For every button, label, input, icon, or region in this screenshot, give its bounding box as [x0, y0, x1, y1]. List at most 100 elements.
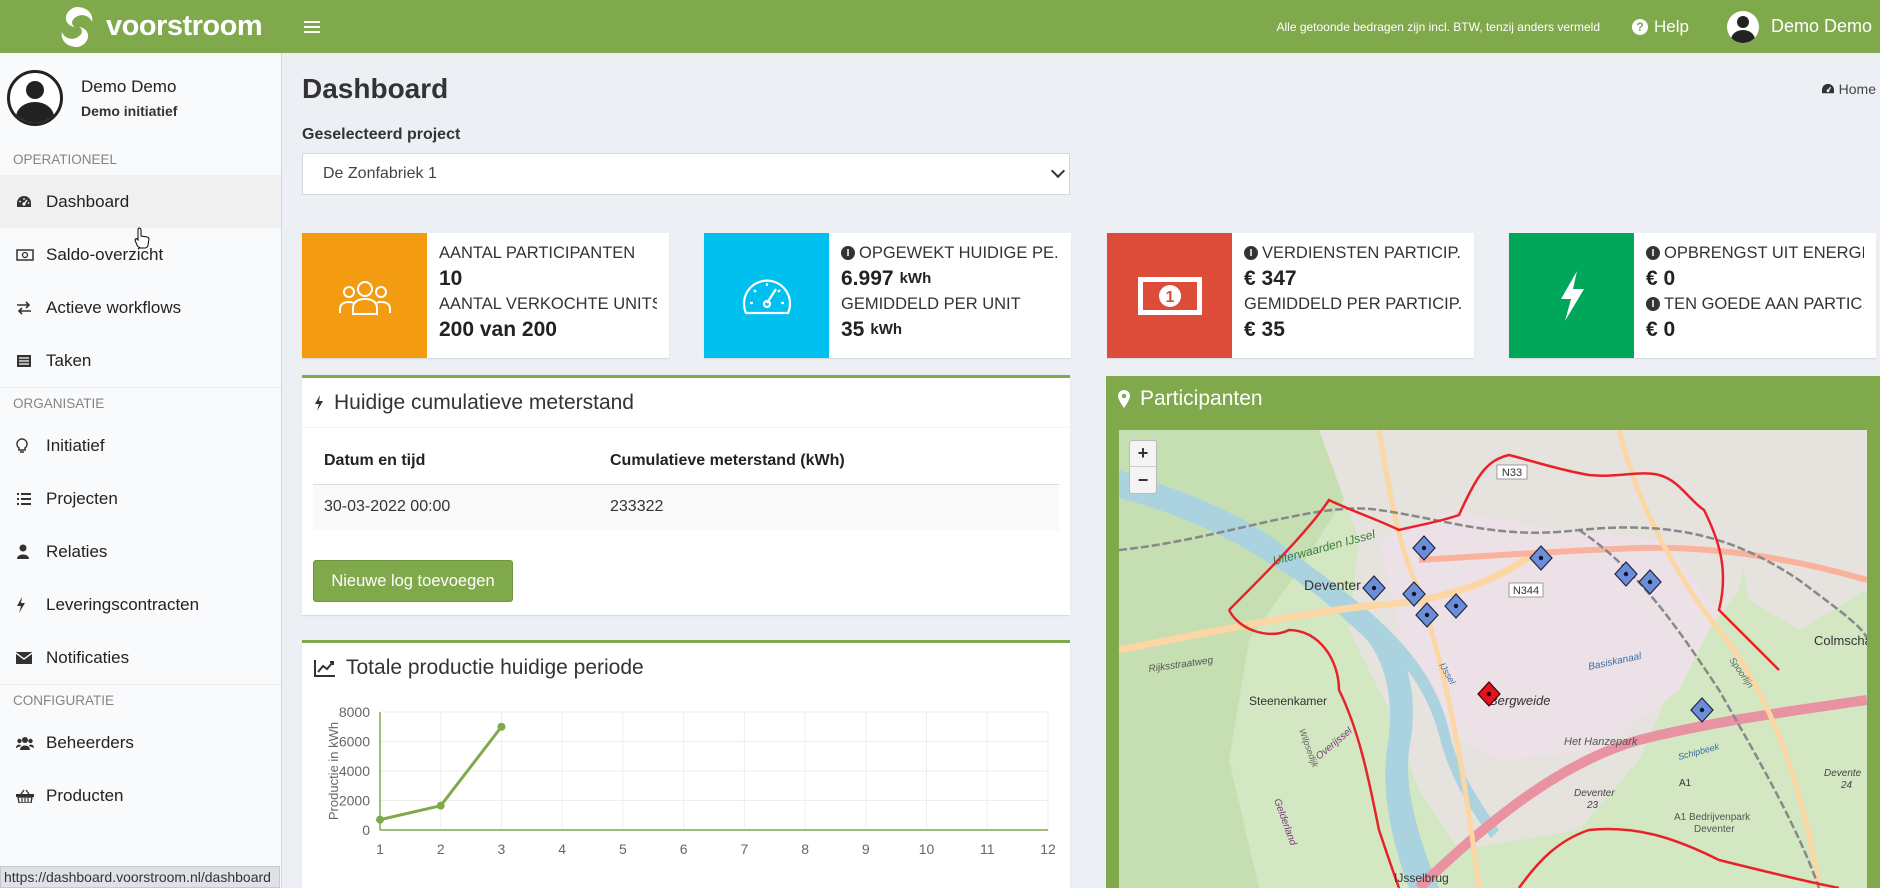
voorstroom-logo-icon	[61, 6, 93, 47]
help-label: Help	[1654, 16, 1689, 36]
dashboard-icon	[16, 195, 46, 209]
breadcrumb-home[interactable]: Home	[1839, 81, 1876, 97]
sidebar-item-taken[interactable]: Taken	[0, 334, 281, 387]
info-box-icon-bg	[1509, 233, 1634, 358]
table-cell: 30-03-2022 00:00	[313, 483, 599, 530]
line-chart-icon	[314, 660, 335, 677]
participant-marker[interactable]	[1614, 561, 1638, 587]
info-label: i OPGEWEKT HUIDIGE PE...	[841, 243, 1059, 263]
user-avatar-icon	[1726, 10, 1759, 43]
participant-marker[interactable]	[1415, 602, 1439, 628]
tasks-icon	[16, 354, 46, 368]
project-select-value: De Zonfabriek 1	[323, 165, 437, 182]
x-tick-label: 11	[980, 841, 995, 857]
sidebar-item-label: Relaties	[46, 541, 108, 561]
breadcrumb[interactable]: Home	[1821, 81, 1876, 97]
sidebar-item-workflows[interactable]: Actieve workflows	[0, 281, 281, 334]
y-tick-label: 4000	[339, 763, 370, 779]
sidebar-item-dashboard[interactable]: Dashboard	[0, 175, 281, 228]
meter-box-title: Huidige cumulatieve meterstand	[302, 378, 1070, 428]
zoom-out-button[interactable]: −	[1130, 467, 1156, 493]
participant-marker[interactable]	[1638, 569, 1662, 595]
info-circle-icon[interactable]: i	[1244, 246, 1258, 260]
sidebar: Demo Demo Demo initiatief OPERATIONEEL D…	[0, 53, 282, 888]
x-tick-label: 5	[619, 841, 627, 857]
money-icon	[16, 248, 46, 261]
info-box-participanten: AANTAL PARTICIPANTEN 10 AANTAL VERKOCHTE…	[302, 233, 669, 358]
brand-logo[interactable]: voorstroom	[0, 0, 282, 53]
info-value: € 0	[1646, 317, 1676, 341]
map-marker-icon	[1118, 390, 1130, 408]
participant-marker[interactable]	[1362, 575, 1386, 601]
project-select-label: Geselecteerd project	[302, 126, 461, 143]
table-header: Cumulatieve meterstand (kWh)	[610, 451, 845, 469]
info-circle-icon[interactable]: i	[1646, 246, 1660, 260]
info-label: AANTAL PARTICIPANTEN	[439, 243, 636, 262]
sidebar-item-label: Notificaties	[46, 647, 130, 667]
hand-cursor-icon	[134, 227, 150, 249]
info-circle-icon[interactable]: i	[841, 246, 855, 260]
sidebar-item-notificaties[interactable]: Notificaties	[0, 631, 281, 684]
bolt-icon	[1560, 270, 1584, 321]
info-circle-icon[interactable]: i	[1646, 297, 1660, 311]
y-axis-label: Productie in kWh	[326, 722, 341, 820]
info-label: GEMIDDELD PER PARTICIP...	[1244, 294, 1462, 313]
sidebar-user-role: Demo initiatief	[81, 103, 178, 119]
participant-marker[interactable]	[1529, 545, 1553, 571]
participant-marker[interactable]	[1690, 697, 1714, 723]
sidebar-item-projecten[interactable]: Projecten	[0, 472, 281, 525]
data-point	[497, 722, 506, 731]
info-box-icon-bg: 1	[1107, 233, 1232, 358]
sidebar-item-label: Producten	[46, 785, 124, 805]
map[interactable]: + − Uiterwaarden IJssel Deventer Bergwei…	[1119, 430, 1867, 888]
sidebar-item-producten[interactable]: Producten	[0, 769, 281, 822]
info-box-verdiensten: 1 i VERDIENSTEN PARTICIP... € 347 GEMIDDE…	[1107, 233, 1474, 358]
brand-name: voorstroom	[106, 10, 263, 42]
users-icon	[16, 736, 46, 750]
y-tick-label: 8000	[339, 704, 370, 720]
info-value: € 35	[1244, 317, 1285, 341]
user-menu[interactable]: Demo Demo	[1726, 10, 1880, 43]
sidebar-item-relaties[interactable]: Relaties	[0, 525, 281, 578]
x-tick-label: 12	[1040, 841, 1056, 857]
list-icon	[16, 492, 46, 506]
money-bill-icon: 1	[1137, 276, 1202, 315]
y-tick-label: 6000	[339, 734, 370, 750]
table-row: 30-03-2022 00:00 233322	[313, 483, 1059, 530]
sidebar-item-leveringscontracten[interactable]: Leveringscontracten	[0, 578, 281, 631]
question-circle-icon: ?	[1632, 18, 1648, 35]
participant-marker[interactable]	[1444, 593, 1468, 619]
participant-marker[interactable]	[1402, 581, 1426, 607]
table-cell: 233322	[599, 483, 1059, 530]
sidebar-user-name: Demo Demo	[81, 77, 177, 96]
envelope-icon	[16, 651, 46, 664]
sidebar-item-label: Projecten	[46, 488, 118, 508]
info-value: € 0	[1646, 266, 1676, 290]
x-tick-label: 9	[862, 841, 870, 857]
info-box-opbrengst: i OPBRENGST UIT ENERGIE € 0 i TEN GOEDE AA…	[1509, 233, 1876, 358]
chevron-down-icon	[1050, 163, 1066, 179]
section-configuratie: CONFIGURATIE	[0, 684, 281, 716]
x-tick-label: 10	[919, 841, 935, 857]
participanten-map-box: Participanten + − Uiterwaarden IJssel De…	[1106, 376, 1880, 888]
help-link[interactable]: ? Help	[1632, 17, 1689, 37]
project-select[interactable]: De Zonfabriek 1	[302, 153, 1070, 195]
sidebar-toggle-button[interactable]	[282, 0, 342, 53]
sidebar-item-label: Leveringscontracten	[46, 594, 200, 614]
x-tick-label: 7	[740, 841, 748, 857]
zoom-in-button[interactable]: +	[1130, 441, 1156, 467]
participant-marker[interactable]	[1412, 535, 1436, 561]
status-bar-url: https://dashboard.voorstroom.nl/dashboar…	[0, 866, 280, 888]
bolt-icon	[315, 394, 323, 411]
add-log-button[interactable]: Nieuwe log toevoegen	[313, 560, 513, 602]
sidebar-item-initiatief[interactable]: Initiatief	[0, 419, 281, 472]
tachometer-icon	[742, 279, 791, 314]
x-tick-label: 8	[801, 841, 809, 857]
page-title: Dashboard	[302, 73, 449, 104]
project-marker[interactable]	[1477, 681, 1501, 707]
sidebar-item-beheerders[interactable]: Beheerders	[0, 716, 281, 769]
lightbulb-icon	[16, 437, 46, 454]
info-label: GEMIDDELD PER UNIT	[841, 294, 1021, 313]
sidebar-item-label: Beheerders	[46, 732, 134, 752]
info-value: 200 van 200	[439, 317, 557, 341]
